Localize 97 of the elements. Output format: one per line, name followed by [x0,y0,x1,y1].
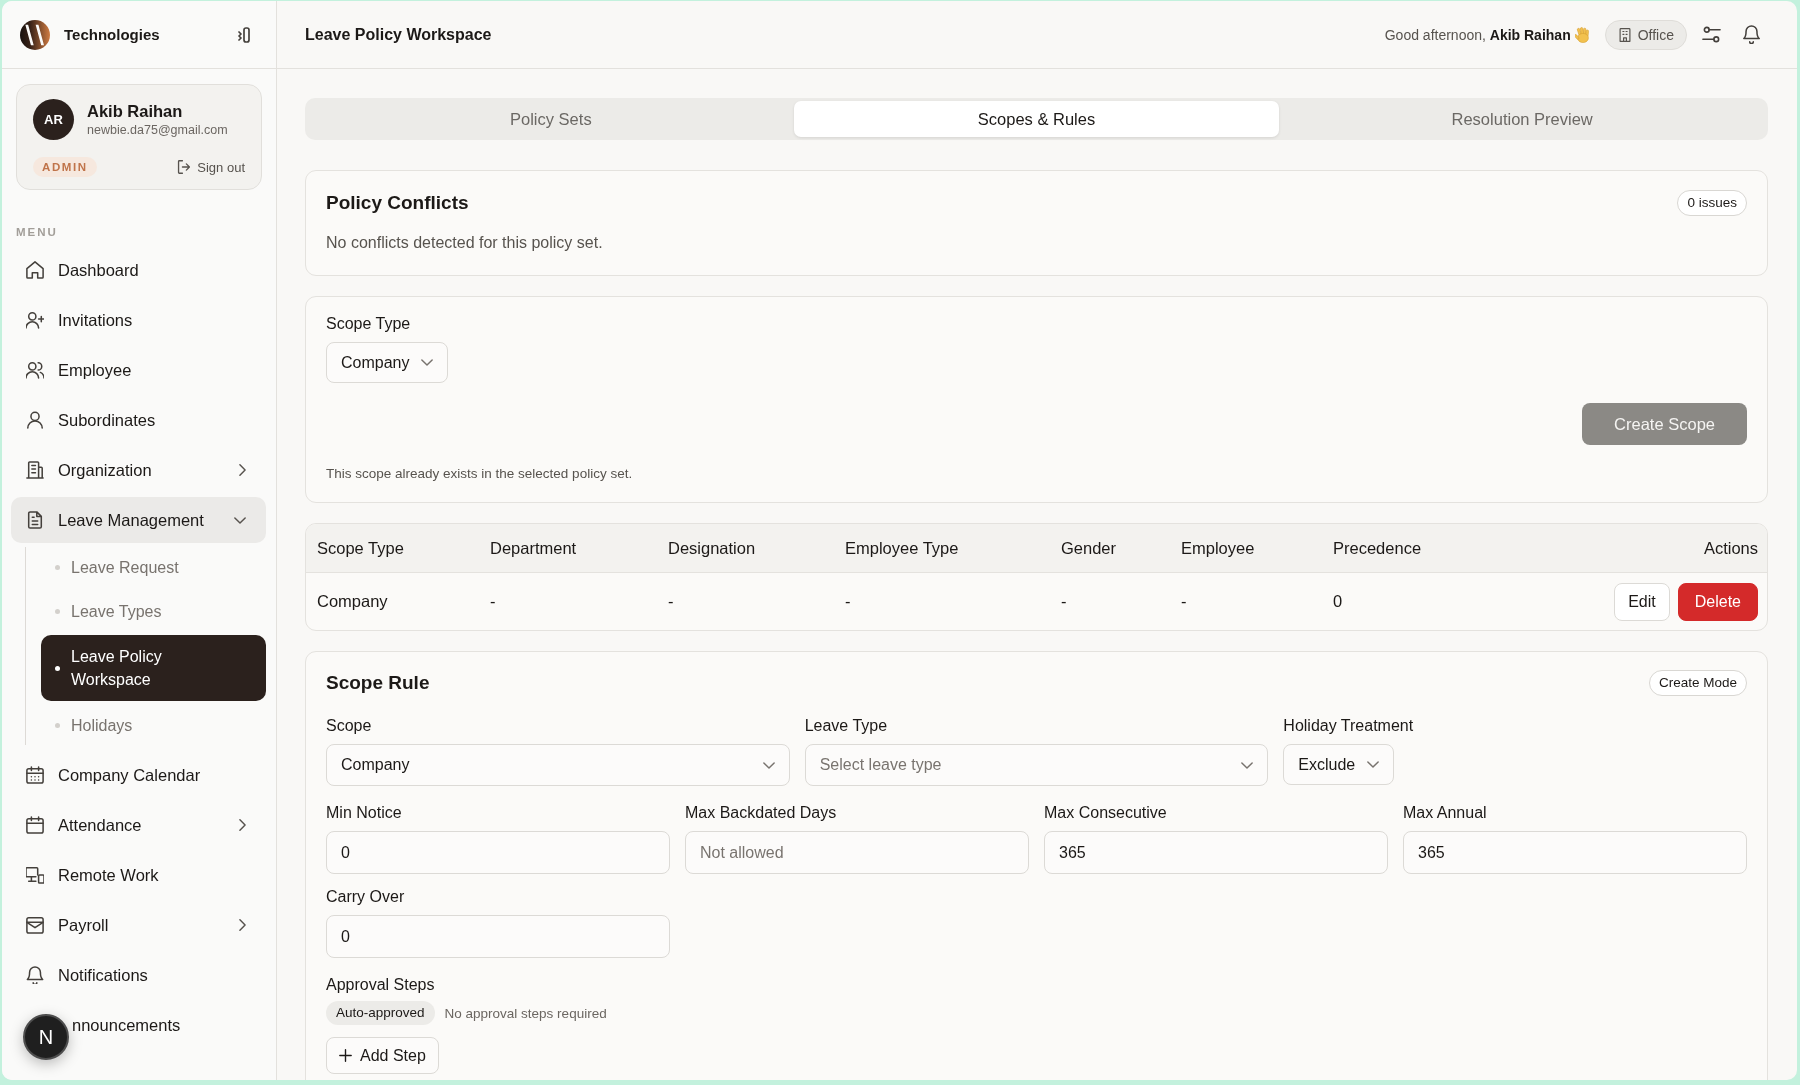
nav-item[interactable]: nnouncements [71,1002,266,1048]
helper-text: This scope already exists in the selected policy set. [326,465,634,483]
input-field[interactable]: Not allowed [685,831,1029,874]
table-cell: - [668,592,674,610]
input-field[interactable]: 0 [326,831,670,874]
greeting-text: Good afternoon, Akib Raihan [1384,26,1571,43]
avatar: AR [33,99,74,140]
nav-item[interactable]: Employee [11,347,266,393]
field-label: Holiday Treatment [1283,716,1414,736]
table-cell: Company [317,592,388,610]
nav-item[interactable]: Company Calendar [11,752,266,798]
field-label: Approval Steps [326,975,435,995]
column-header: Scope Type [317,538,404,557]
table-cell: - [1181,592,1187,610]
table-cell: 0 [1333,592,1343,610]
location-button[interactable]: Office [1604,19,1687,50]
submenu-item[interactable]: Leave Types [41,591,266,631]
chevron-down-icon [421,359,434,366]
chevron-down-icon [762,761,775,769]
users-icon [26,361,44,379]
tab[interactable]: Policy Sets [308,101,794,137]
chevron-down-icon [1367,761,1380,768]
column-header: Employee [1181,538,1255,557]
table-cell: - [1061,592,1067,610]
issue-count-badge: 0 issues [1677,190,1747,216]
panel-toggle-icon[interactable] [238,26,250,43]
field-label: Scope [326,716,372,736]
logo-icon [20,19,50,50]
document-icon [26,511,44,529]
nav-item[interactable]: Attendance [11,802,266,848]
bell-icon [26,966,44,984]
select-field[interactable]: Exclude [1283,744,1395,785]
nav-item[interactable]: Invitations [11,297,266,343]
helper-text: No approval steps required [444,1005,607,1021]
building-icon [1617,27,1632,42]
nav-item[interactable]: Organization [11,447,266,493]
table-cell: - [490,592,496,610]
field-label: Min Notice [326,803,402,823]
status-chip: Auto-approved [326,1001,435,1025]
select-field[interactable]: Company [326,744,790,786]
role-badge: ADMIN [33,157,97,177]
column-header: Actions [1703,538,1758,557]
devices-icon [26,866,44,884]
nav-item[interactable]: Payroll [11,902,266,948]
bell-icon[interactable] [1742,25,1761,44]
chevron-down-icon [1241,761,1254,769]
menu-heading: MENU [16,225,58,239]
select-field[interactable]: Select leave type [804,744,1269,786]
nav-item[interactable]: Dashboard [11,247,266,293]
submenu-item[interactable]: Holidays [41,705,266,745]
user-name: Akib Raihan [87,100,183,121]
page-title: Leave Policy Workspace [305,25,492,44]
tab[interactable]: Resolution Preview [1279,101,1765,137]
card-title: Scope Rule [326,671,430,695]
user-icon [26,411,44,429]
sliders-icon[interactable] [1702,25,1721,44]
submenu-item[interactable]: Leave Request [41,547,266,587]
sign-out-icon [177,160,192,174]
add-step-button[interactable]: Add Step [326,1037,439,1074]
sign-out-button[interactable]: Sign out [177,159,245,175]
card-title: Policy Conflicts [326,191,469,215]
input-field[interactable]: 365 [1403,831,1747,874]
status-message: No conflicts detected for this policy set. [326,233,604,253]
column-header: Gender [1061,538,1117,557]
field-label: Carry Over [326,887,405,907]
input-field[interactable]: 0 [326,915,670,958]
brand-name: Technologies [64,26,160,43]
field-label: Leave Type [804,716,888,736]
column-header: Department [490,538,577,557]
tab[interactable]: Scopes & Rules [793,101,1280,137]
submenu-item[interactable]: Leave Policy Workspace [41,635,266,701]
field-label: Max Consecutive [1044,803,1167,823]
calendar-icon [26,816,44,834]
calendar-icon [26,766,44,784]
nav-item[interactable]: Leave Management [11,497,266,543]
delete-button[interactable]: Delete [1677,582,1758,621]
inbox-icon [26,916,44,934]
column-header: Precedence [1333,538,1422,557]
add-user-icon [26,311,44,329]
column-header: Employee Type [845,538,959,557]
mode-badge: Create Mode [1648,670,1747,696]
user-email: newbie.da75@gmail.com [87,121,228,139]
home-icon [26,261,44,279]
nav-item[interactable]: Notifications [11,952,266,998]
building-icon [26,461,44,479]
table-cell: - [845,592,851,610]
nav-item[interactable]: Subordinates [11,397,266,443]
field-label: Scope Type [326,314,411,334]
column-header: Designation [668,538,756,557]
plus-icon [339,1049,352,1062]
field-label: Max Backdated Days [685,803,837,823]
nav-item[interactable]: Remote Work [11,852,266,898]
waving-hand-icon [1574,26,1590,43]
select-field[interactable]: Company [326,342,449,383]
input-field[interactable]: 365 [1044,831,1388,874]
field-label: Max Annual [1403,803,1487,823]
edit-button[interactable]: Edit [1614,582,1670,621]
